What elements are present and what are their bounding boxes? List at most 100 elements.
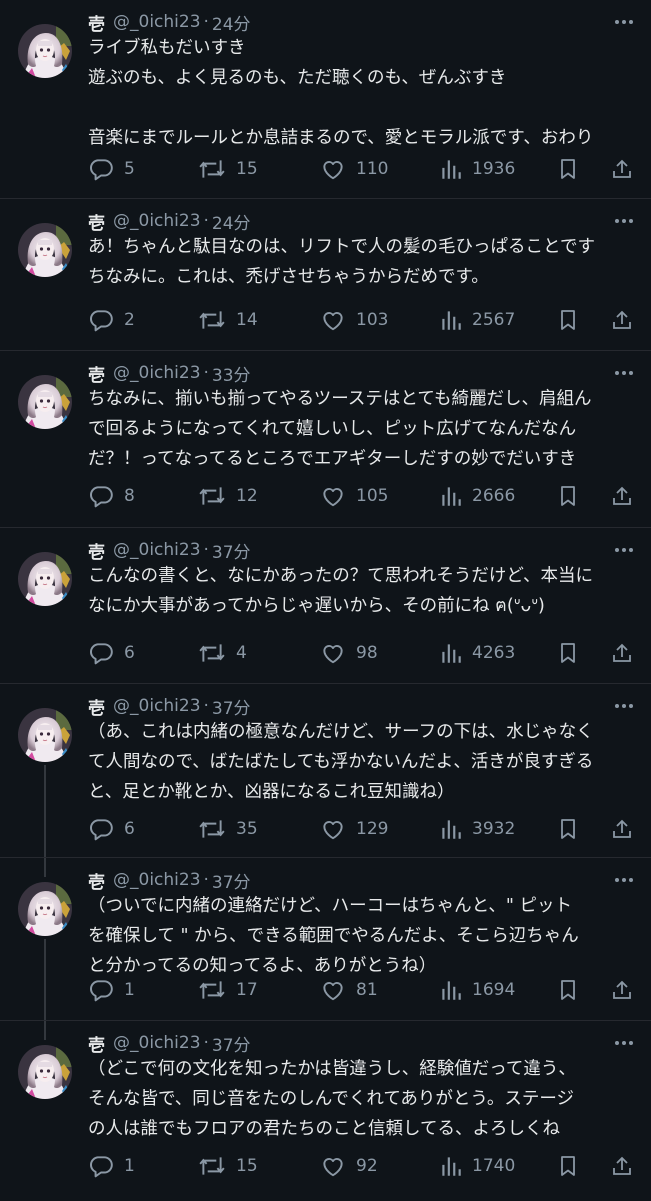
repost-button[interactable]: 14 [198, 305, 258, 335]
user-handle[interactable]: @_0ichi23 [113, 870, 201, 890]
post-time[interactable]: 24分 [212, 209, 251, 234]
post-text-line: こんなの書くと、なにかあったの？て思われそうだけど、本当に [88, 566, 594, 586]
bookmark-button[interactable] [556, 481, 580, 511]
views-button[interactable]: 4263 [440, 638, 515, 668]
share-button[interactable] [610, 1151, 634, 1181]
repost-button[interactable]: 12 [198, 481, 258, 511]
post[interactable]: 壱 @_0ichi23 · 37分 （どこで何の文化を知ったかは皆違うし、経験値だって違… [0, 1020, 651, 1201]
more-options-icon[interactable] [612, 695, 636, 717]
views-button[interactable]: 2666 [440, 481, 515, 511]
view-count: 4263 [472, 643, 516, 663]
reply-button[interactable]: 8 [88, 481, 135, 511]
post-header: 壱 @_0ichi23 · 37分 [88, 868, 251, 893]
user-handle[interactable]: @_0ichi23 [113, 363, 201, 383]
like-button[interactable]: 103 [320, 305, 388, 335]
more-options-icon[interactable] [612, 869, 636, 891]
post-text-line: の人は誰でもフロアの君たちのこと信頼してる、よろしくね [88, 1119, 560, 1139]
post-time[interactable]: 37分 [212, 1031, 251, 1056]
like-button[interactable]: 92 [320, 1151, 378, 1181]
repost-button[interactable]: 35 [198, 814, 258, 844]
heart-icon [320, 483, 346, 509]
avatar[interactable] [18, 882, 72, 936]
user-handle[interactable]: @_0ichi23 [113, 1033, 201, 1053]
views-button[interactable]: 1936 [440, 154, 515, 184]
more-options-icon[interactable] [612, 11, 636, 33]
bookmark-button[interactable] [556, 638, 580, 668]
post[interactable]: 壱 @_0ichi23 · 33分 ちなみに、揃いも揃ってやるツーステはとても綺麗だし、… [0, 350, 651, 528]
more-options-icon[interactable] [612, 539, 636, 561]
post[interactable]: 壱 @_0ichi23 · 24分 あ！ちゃんと駄目なのは、リフトで人の髪の毛ひっぱるこ… [0, 198, 651, 351]
more-options-icon[interactable] [612, 362, 636, 384]
bookmark-button[interactable] [556, 814, 580, 844]
post-text: （あ、これは内緒の極意なんだけど、サーフの下は、水じゃなく て人間なので、ばたばた… [88, 717, 648, 807]
like-button[interactable]: 129 [320, 814, 388, 844]
post-time[interactable]: 37分 [212, 538, 251, 563]
like-button[interactable]: 98 [320, 638, 378, 668]
like-button[interactable]: 81 [320, 975, 378, 1005]
repost-button[interactable]: 15 [198, 1151, 258, 1181]
repost-button[interactable]: 4 [198, 638, 247, 668]
reply-button[interactable]: 6 [88, 814, 135, 844]
avatar[interactable] [18, 375, 72, 429]
more-options-icon[interactable] [612, 1032, 636, 1054]
bookmark-button[interactable] [556, 305, 580, 335]
post-time[interactable]: 37分 [212, 694, 251, 719]
repost-button[interactable]: 17 [198, 975, 258, 1005]
display-name[interactable]: 壱 [88, 1031, 105, 1056]
share-icon [610, 977, 634, 1003]
views-button[interactable]: 1694 [440, 975, 515, 1005]
display-name[interactable]: 壱 [88, 10, 105, 35]
user-handle[interactable]: @_0ichi23 [113, 211, 201, 231]
heart-icon [320, 816, 346, 842]
reply-button[interactable]: 2 [88, 305, 135, 335]
avatar[interactable] [18, 708, 72, 762]
display-name[interactable]: 壱 [88, 538, 105, 563]
views-button[interactable]: 3932 [440, 814, 515, 844]
user-handle[interactable]: @_0ichi23 [113, 540, 201, 560]
avatar[interactable] [18, 1045, 72, 1099]
bookmark-button[interactable] [556, 1151, 580, 1181]
bookmark-button[interactable] [556, 154, 580, 184]
post[interactable]: 壱 @_0ichi23 · 37分 こんなの書くと、なにかあったの？て思われそうだけど、… [0, 527, 651, 684]
display-name[interactable]: 壱 [88, 361, 105, 386]
reply-count: 2 [124, 310, 135, 330]
view-count: 1694 [472, 980, 516, 1000]
share-button[interactable] [610, 975, 634, 1005]
heart-icon [320, 640, 346, 666]
post[interactable]: 壱 @_0ichi23 · 37分 （ついでに内緒の連絡だけど、ハーコーはちゃんと、" … [0, 857, 651, 1021]
post-time[interactable]: 37分 [212, 868, 251, 893]
reply-button[interactable]: 1 [88, 975, 135, 1005]
post[interactable]: 壱 @_0ichi23 · 37分 （あ、これは内緒の極意なんだけど、サーフの下は、水じ… [0, 683, 651, 858]
share-button[interactable] [610, 638, 634, 668]
post-text: ライブ私もだいすき 遊ぶのも、よく見るのも、ただ聴くのも、ぜんぶすき 音楽にまでルー… [88, 33, 648, 153]
share-button[interactable] [610, 814, 634, 844]
post-text-line: 遊ぶのも、よく見るのも、ただ聴くのも、ぜんぶすき [88, 68, 507, 88]
like-button[interactable]: 105 [320, 481, 388, 511]
display-name[interactable]: 壱 [88, 868, 105, 893]
avatar[interactable] [18, 223, 72, 277]
bookmark-icon [556, 307, 580, 333]
post-text: （どこで何の文化を知ったかは皆違うし、経験値だって違う、 そんな皆で、同じ音をたの… [88, 1054, 648, 1144]
share-button[interactable] [610, 305, 634, 335]
reply-button[interactable]: 5 [88, 154, 135, 184]
share-button[interactable] [610, 154, 634, 184]
bookmark-button[interactable] [556, 975, 580, 1005]
repost-button[interactable]: 15 [198, 154, 258, 184]
views-button[interactable]: 2567 [440, 305, 515, 335]
post[interactable]: 壱 @_0ichi23 · 24分 ライブ私もだいすき 遊ぶのも、よく見るのも、ただ聴くの… [0, 0, 651, 198]
avatar[interactable] [18, 552, 72, 606]
user-handle[interactable]: @_0ichi23 [113, 696, 201, 716]
reply-button[interactable]: 6 [88, 638, 135, 668]
views-button[interactable]: 1740 [440, 1151, 515, 1181]
more-options-icon[interactable] [612, 210, 636, 232]
reply-icon [88, 977, 114, 1003]
display-name[interactable]: 壱 [88, 209, 105, 234]
avatar[interactable] [18, 24, 72, 78]
reply-button[interactable]: 1 [88, 1151, 135, 1181]
share-button[interactable] [610, 481, 634, 511]
like-button[interactable]: 110 [320, 154, 388, 184]
post-time[interactable]: 33分 [212, 361, 251, 386]
display-name[interactable]: 壱 [88, 694, 105, 719]
user-handle[interactable]: @_0ichi23 [113, 12, 201, 32]
post-time[interactable]: 24分 [212, 10, 251, 35]
